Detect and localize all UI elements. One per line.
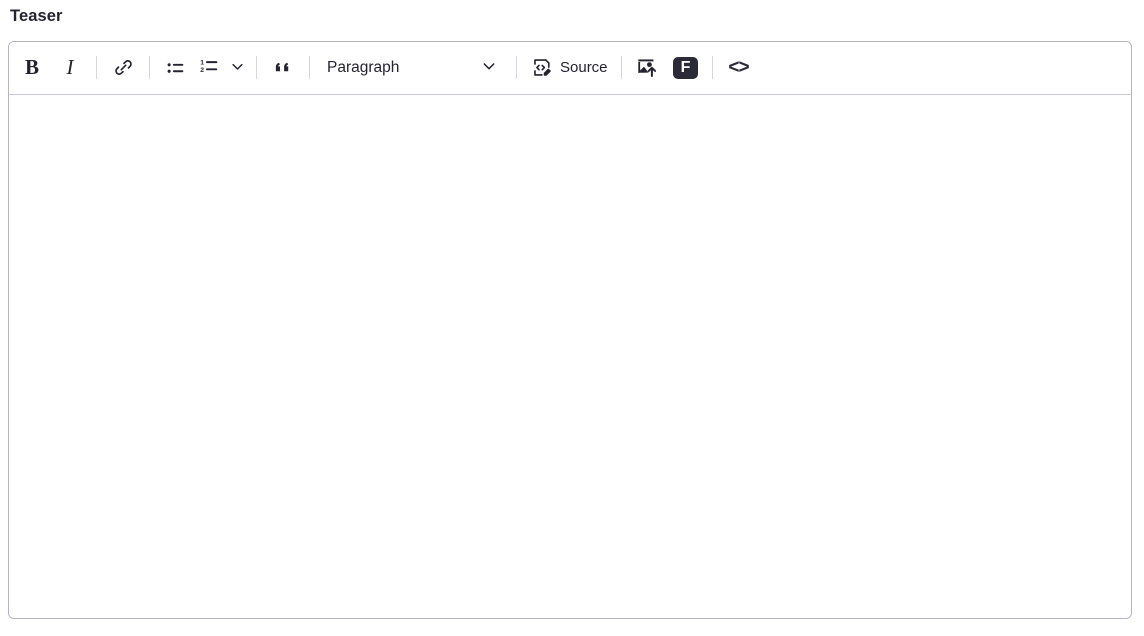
chevron-down-icon — [481, 58, 497, 77]
teaser-field: Teaser B I 1 2 Paragraph Source F <> — [8, 8, 1132, 619]
paragraph-format-value: Paragraph — [327, 58, 400, 76]
code-block-button[interactable]: <> — [720, 49, 758, 87]
image-upload-icon — [636, 56, 659, 79]
toolbar-group-blockquote — [264, 42, 302, 94]
italic-button[interactable]: I — [51, 49, 89, 87]
bold-button[interactable]: B — [13, 49, 51, 87]
toolbar-separator — [516, 56, 517, 79]
font-plugin-button[interactable]: F — [667, 49, 705, 87]
toolbar-group-link — [104, 42, 142, 94]
toolbar-separator — [96, 56, 97, 79]
paragraph-format-dropdown[interactable]: Paragraph — [317, 49, 509, 87]
blockquote-icon — [272, 57, 294, 79]
italic-icon: I — [66, 55, 74, 79]
bold-icon: B — [24, 55, 39, 79]
svg-text:2: 2 — [200, 67, 204, 74]
toolbar-separator — [149, 56, 150, 79]
insert-image-button[interactable] — [629, 49, 667, 87]
toolbar-group-basic-styles: B I — [13, 42, 89, 94]
chevron-down-icon — [230, 59, 245, 77]
toolbar-group-source: Source — [524, 42, 614, 94]
toolbar-separator — [256, 56, 257, 79]
code-brackets-icon: <> — [728, 57, 749, 78]
field-label-teaser: Teaser — [10, 7, 63, 25]
svg-text:1: 1 — [200, 59, 204, 66]
rich-text-editor: B I 1 2 Paragraph Source F <> — [8, 40, 1132, 619]
toolbar-group-lists: 1 2 — [157, 42, 249, 94]
numbered-list-icon: 1 2 — [199, 55, 221, 80]
toolbar-separator — [309, 56, 310, 79]
editor-content-area[interactable] — [9, 94, 1131, 618]
bulleted-list-button[interactable] — [157, 49, 195, 87]
source-button-label: Source — [560, 59, 608, 76]
toolbar-separator — [620, 56, 622, 79]
link-button[interactable] — [104, 49, 142, 87]
toolbar-group-code: <> — [720, 42, 758, 94]
toolbar-separator — [711, 56, 713, 79]
bulleted-list-icon — [165, 57, 187, 79]
source-button[interactable]: Source — [524, 49, 614, 87]
numbered-list-button[interactable]: 1 2 — [195, 49, 249, 87]
blockquote-button[interactable] — [264, 49, 302, 87]
f-badge-icon: F — [673, 56, 699, 79]
source-code-edit-icon — [530, 56, 553, 79]
link-icon — [113, 57, 134, 78]
toolbar-group-insert: F — [629, 42, 705, 94]
toolbar-group-paragraph-format: Paragraph — [317, 42, 509, 94]
editor-toolbar: B I 1 2 Paragraph Source F <> — [9, 41, 1131, 95]
